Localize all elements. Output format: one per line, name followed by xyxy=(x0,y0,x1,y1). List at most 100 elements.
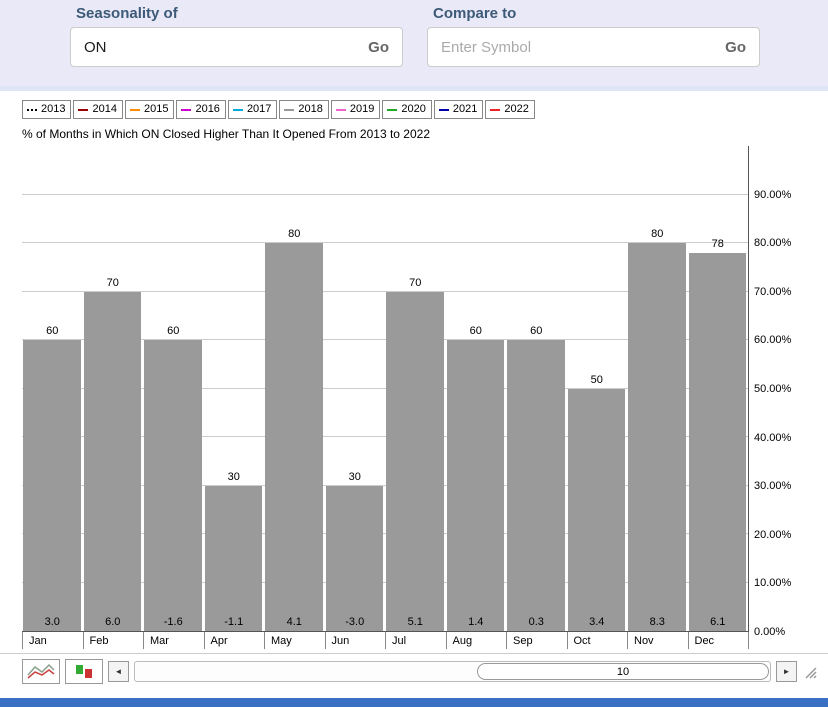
legend-marker xyxy=(27,109,37,111)
legend-marker xyxy=(233,109,243,111)
x-axis: JanFebMarAprMayJunJulAugSepOctNovDec xyxy=(22,632,749,649)
x-axis-label-feb: Feb xyxy=(83,632,144,649)
scrollbar-track[interactable]: 10 xyxy=(134,661,771,682)
bar-change-label: 1.4 xyxy=(446,616,507,628)
bar-change-label: 3.4 xyxy=(567,616,628,628)
x-axis-label-nov: Nov xyxy=(627,632,688,649)
legend-year-label: 2015 xyxy=(144,103,168,116)
y-axis-tick-label: 60.00% xyxy=(754,333,791,347)
bar-slot-aug: 601.4 xyxy=(446,146,507,631)
legend-year-label: 2014 xyxy=(92,103,116,116)
chart-body: 603.0706.060-1.630-1.1804.130-3.0705.160… xyxy=(0,146,828,632)
bar-jan[interactable] xyxy=(23,340,81,631)
bar-mar[interactable] xyxy=(144,340,202,631)
scrollbar-thumb[interactable]: 10 xyxy=(477,663,769,680)
y-axis-tick-label: 10.00% xyxy=(754,576,791,590)
bar-chart-type-button[interactable] xyxy=(65,659,103,684)
symbol-go-button[interactable]: Go xyxy=(360,39,389,56)
line-chart-icon xyxy=(26,662,56,681)
bar-change-label: 6.1 xyxy=(688,616,749,628)
scroll-right-button[interactable]: ► xyxy=(776,661,797,682)
bar-slot-mar: 60 -1.6 xyxy=(143,146,204,631)
legend-item-2018[interactable]: 2018 xyxy=(279,100,328,119)
bar-slot-may: 804.1 xyxy=(264,146,325,631)
bar-aug[interactable] xyxy=(447,340,505,631)
bar-value-label: 30 xyxy=(325,471,386,483)
compare-input[interactable] xyxy=(441,39,717,56)
bar-value-label: 70 xyxy=(83,277,144,289)
legend-year-label: 2021 xyxy=(453,103,477,116)
bar-slot-feb: 706.0 xyxy=(83,146,144,631)
legend-year-label: 2020 xyxy=(401,103,425,116)
legend-marker xyxy=(130,109,140,111)
bar-nov[interactable] xyxy=(628,243,686,631)
bar-change-label: 6.0 xyxy=(83,616,144,628)
legend-item-2019[interactable]: 2019 xyxy=(331,100,380,119)
bar-chart-icon xyxy=(73,662,95,681)
scroll-left-button[interactable]: ◄ xyxy=(108,661,129,682)
legend-item-2014[interactable]: 2014 xyxy=(73,100,122,119)
bar-change-label: 4.1 xyxy=(264,616,325,628)
bar-may[interactable] xyxy=(265,243,323,631)
bar-dec[interactable] xyxy=(689,253,747,631)
x-axis-label-jan: Jan xyxy=(22,632,83,649)
spacer xyxy=(0,689,828,698)
symbol-input[interactable] xyxy=(84,39,360,56)
x-axis-label-sep: Sep xyxy=(506,632,567,649)
left-arrow-icon: ◄ xyxy=(115,667,123,676)
bar-value-label: 78 xyxy=(688,238,749,250)
legend-marker xyxy=(490,109,500,111)
bar-value-label: 60 xyxy=(22,325,83,337)
legend-item-2021[interactable]: 2021 xyxy=(434,100,483,119)
right-arrow-icon: ► xyxy=(783,667,791,676)
bars-container: 603.0706.060-1.630-1.1804.130-3.0705.160… xyxy=(22,146,748,631)
y-axis-tick-label: 80.00% xyxy=(754,236,791,250)
bar-change-label: -3.0 xyxy=(325,616,386,628)
compare-field-group: Compare to Go xyxy=(427,5,760,86)
legend-item-2022[interactable]: 2022 xyxy=(485,100,534,119)
compare-label: Compare to xyxy=(427,5,760,22)
legend-marker xyxy=(284,109,294,111)
y-axis-tick-label: 30.00% xyxy=(754,479,791,493)
chart-controls: ◄ 10 ► xyxy=(0,653,828,689)
x-axis-label-may: May xyxy=(264,632,325,649)
bar-value-label: 50 xyxy=(567,374,628,386)
legend-marker xyxy=(78,109,88,111)
legend-item-2017[interactable]: 2017 xyxy=(228,100,277,119)
legend-year-label: 2022 xyxy=(504,103,528,116)
bar-change-label: 0.3 xyxy=(506,616,567,628)
legend: 2013 2014 2015 20162017 2018 2019 2020 2021 2022 xyxy=(0,91,828,119)
legend-marker xyxy=(336,109,346,111)
resize-grip-icon[interactable] xyxy=(802,664,817,679)
y-axis-tick-label: 20.00% xyxy=(754,528,791,542)
legend-year-label: 2018 xyxy=(298,103,322,116)
bar-slot-jan: 603.0 xyxy=(22,146,83,631)
bar-change-label: -1.6 xyxy=(143,616,204,628)
legend-item-2020[interactable]: 2020 xyxy=(382,100,431,119)
bar-oct[interactable] xyxy=(568,389,626,632)
bar-jun[interactable] xyxy=(326,486,384,632)
bar-slot-dec: 786.1 xyxy=(688,146,749,631)
compare-input-box: Go xyxy=(427,27,760,67)
line-chart-type-button[interactable] xyxy=(22,659,60,684)
seasonality-field-group: Seasonality of Go xyxy=(70,5,403,86)
compare-go-button[interactable]: Go xyxy=(717,39,746,56)
bar-value-label: 60 xyxy=(143,325,204,337)
bar-apr[interactable] xyxy=(205,486,263,632)
legend-item-2015[interactable]: 2015 xyxy=(125,100,174,119)
legend-marker xyxy=(181,109,191,111)
bar-change-label: 8.3 xyxy=(627,616,688,628)
symbol-input-box: Go xyxy=(70,27,403,67)
bar-jul[interactable] xyxy=(386,292,444,632)
legend-marker xyxy=(387,109,397,111)
x-axis-label-jul: Jul xyxy=(385,632,446,649)
bar-sep[interactable] xyxy=(507,340,565,631)
legend-item-2013[interactable]: 2013 xyxy=(22,100,71,119)
bar-feb[interactable] xyxy=(84,292,142,632)
bar-slot-oct: 503.4 xyxy=(567,146,628,631)
legend-item-2016[interactable]: 2016 xyxy=(176,100,225,119)
x-axis-label-jun: Jun xyxy=(325,632,386,649)
y-axis-tick-label: 70.00% xyxy=(754,285,791,299)
bar-slot-sep: 600.3 xyxy=(506,146,567,631)
x-axis-label-mar: Mar xyxy=(143,632,204,649)
